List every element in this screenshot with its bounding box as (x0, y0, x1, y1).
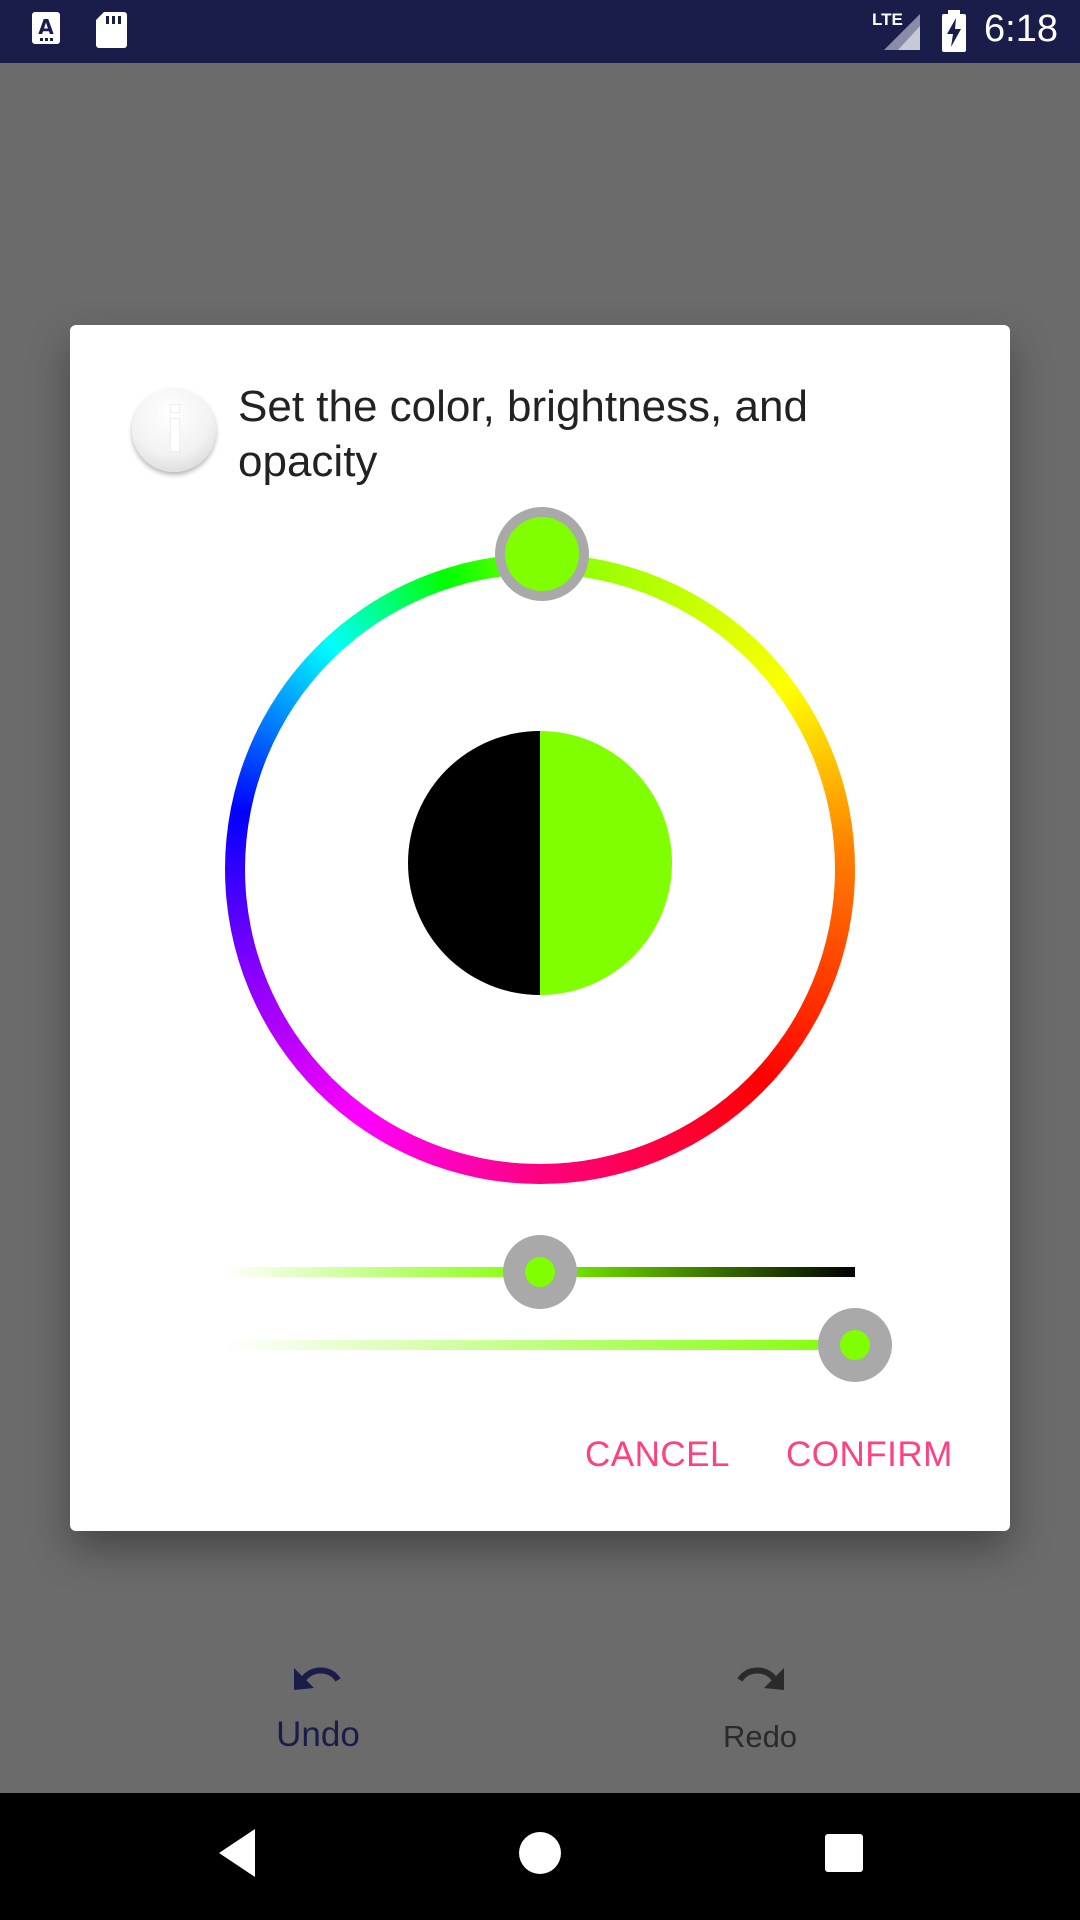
undo-button[interactable]: Undo (218, 1660, 418, 1755)
hue-handle[interactable] (495, 507, 589, 601)
info-icon (132, 388, 216, 472)
navigation-bar (0, 1793, 1080, 1920)
status-bar: A LTE 6:18 (0, 0, 1080, 63)
redo-icon (728, 1667, 792, 1704)
cancel-button[interactable]: CANCEL (585, 1435, 730, 1475)
back-icon[interactable] (215, 1823, 259, 1888)
color-wheel[interactable] (225, 507, 855, 1184)
recents-icon[interactable] (822, 1823, 866, 1888)
brightness-slider-handle[interactable] (503, 1235, 577, 1309)
undo-icon (286, 1667, 350, 1704)
undo-label: Undo (276, 1715, 360, 1754)
redo-label: Redo (722, 1719, 798, 1754)
opacity-slider-handle[interactable] (818, 1308, 892, 1382)
color-picker-dialog: Set the color, brightness, and opacity C… (70, 325, 1010, 1531)
sd-card-icon (94, 10, 128, 55)
redo-button[interactable]: Redo (660, 1660, 860, 1755)
dialog-title: Set the color, brightness, and opacity (238, 382, 808, 486)
battery-charging-icon (940, 10, 968, 57)
opacity-slider[interactable] (225, 1340, 855, 1350)
font-app-icon: A (30, 10, 64, 51)
clock: 6:18 (984, 8, 1058, 50)
bottom-actions: Undo Redo (0, 1660, 1080, 1793)
confirm-button[interactable]: CONFIRM (786, 1435, 953, 1475)
svg-text:A: A (38, 15, 54, 39)
signal-icon (880, 12, 922, 57)
home-icon[interactable] (518, 1823, 562, 1888)
